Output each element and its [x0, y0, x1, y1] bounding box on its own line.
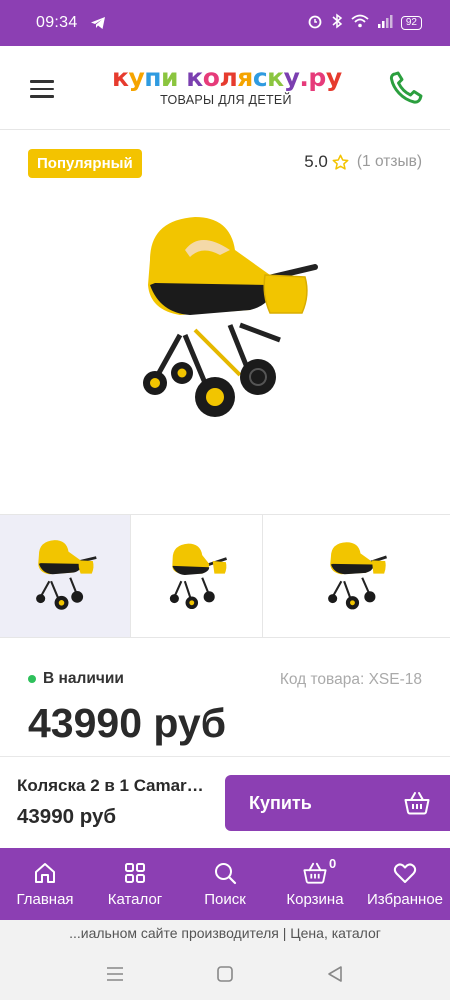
system-navigation-bar — [0, 948, 450, 1000]
phone-icon[interactable] — [386, 68, 426, 108]
bluetooth-icon — [331, 13, 343, 34]
nav-catalog-label: Каталог — [107, 890, 163, 908]
thumbnail-1[interactable] — [0, 515, 131, 637]
signal-icon — [377, 14, 393, 33]
nav-catalog[interactable]: Каталог — [90, 848, 180, 920]
in-stock-dot-icon — [28, 675, 36, 683]
product-rating: 5.0 (1 отзыв) — [304, 152, 422, 172]
stroller-thumbnail-image — [327, 542, 387, 610]
status-time: 09:34 — [36, 14, 78, 31]
buy-bar-product-name: Коляска 2 в 1 Camar… — [17, 776, 204, 795]
thumbnail-3[interactable] — [263, 515, 450, 637]
nav-favorites[interactable]: Избранное — [360, 848, 450, 920]
stroller-image — [143, 217, 318, 417]
nav-cart[interactable]: 0 Корзина — [270, 848, 360, 920]
battery-indicator: 92 — [400, 16, 422, 30]
product-main-image[interactable] — [110, 205, 340, 435]
sticky-buy-bar: Коляска 2 в 1 Camar… 43990 руб Купить — [0, 756, 450, 848]
logo-subtitle: ТОВАРЫ ДЛЯ ДЕТЕЙ — [160, 93, 292, 107]
recent-apps-icon[interactable] — [106, 966, 124, 982]
nav-search[interactable]: Поиск — [180, 848, 270, 920]
status-bar: 09:34 92 — [0, 0, 450, 46]
bottom-navigation: Главная Каталог Поиск 0 Корзина Избранно… — [0, 848, 450, 920]
buy-button-label: Купить — [249, 792, 312, 813]
hamburger-menu-button[interactable] — [30, 80, 54, 98]
popular-badge: Популярный — [28, 149, 142, 178]
reviews-link[interactable]: (1 отзыв) — [357, 153, 422, 171]
telegram-icon — [90, 16, 106, 30]
product-sku: Код товара: XSE-18 — [279, 671, 422, 688]
site-logo[interactable]: купи коляску.ру ТОВАРЫ ДЛЯ ДЕТЕЙ — [112, 63, 342, 112]
home-button-icon[interactable] — [216, 965, 234, 983]
back-icon[interactable] — [326, 965, 344, 983]
heart-icon — [393, 862, 417, 883]
availability-label: В наличии — [43, 670, 124, 687]
basket-icon — [404, 791, 430, 820]
home-icon — [35, 862, 55, 883]
basket-icon — [303, 862, 327, 884]
nav-home-label: Главная — [16, 890, 74, 908]
nav-search-label: Поиск — [204, 890, 246, 908]
alarm-icon — [307, 13, 323, 34]
thumbnail-strip — [0, 514, 450, 638]
cart-count-badge: 0 — [329, 856, 337, 871]
grid-icon — [125, 862, 145, 883]
availability-status: В наличии — [28, 670, 124, 688]
product-price: 43990 руб — [28, 700, 227, 746]
buy-button[interactable]: Купить — [225, 775, 450, 831]
nav-favorites-label: Избранное — [366, 890, 444, 908]
search-icon — [215, 862, 237, 884]
logo-wordmark: купи коляску.ру — [112, 63, 342, 92]
browser-title-strip[interactable]: ...иальном сайте производителя | Цена, к… — [0, 920, 450, 948]
nav-home[interactable]: Главная — [0, 848, 90, 920]
status-icons: 92 — [307, 13, 422, 34]
thumbnail-2[interactable] — [131, 515, 263, 637]
star-icon — [332, 154, 349, 171]
wifi-icon — [351, 14, 369, 33]
rating-score: 5.0 — [304, 152, 328, 171]
nav-cart-label: Корзина — [286, 890, 344, 908]
buy-bar-price: 43990 руб — [17, 805, 117, 828]
stroller-thumbnail-image — [36, 540, 97, 610]
stroller-thumbnail-image — [169, 543, 227, 610]
site-header: купи коляску.ру ТОВАРЫ ДЛЯ ДЕТЕЙ — [0, 46, 450, 130]
